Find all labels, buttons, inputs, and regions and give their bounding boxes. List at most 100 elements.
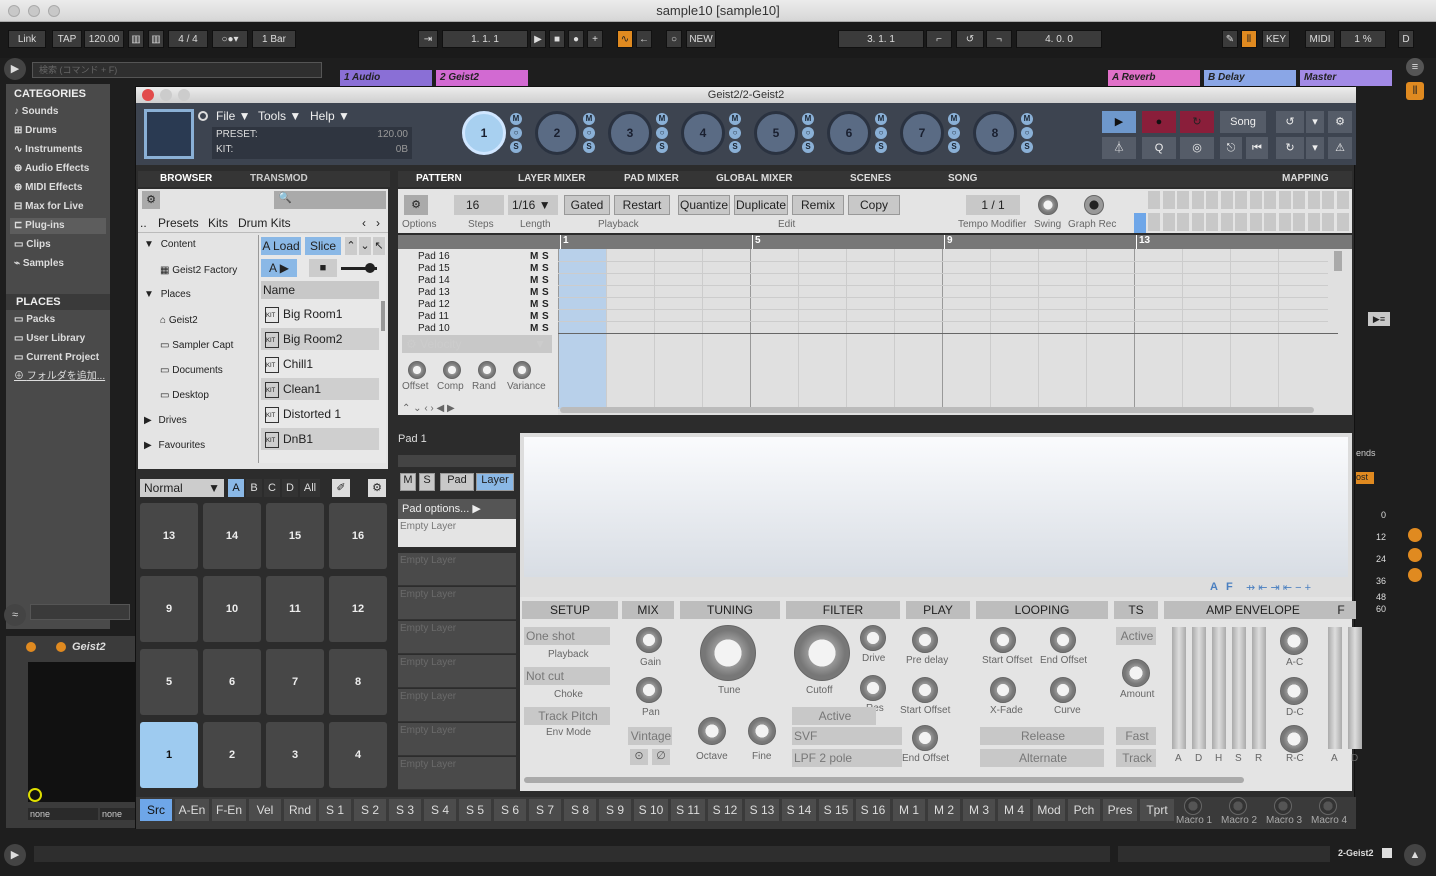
quantize-menu[interactable]: 1 Bar — [252, 30, 296, 48]
mod-tab-s12[interactable]: S 12 — [708, 799, 742, 821]
oneshot-select[interactable]: One shot — [524, 627, 610, 645]
amp-h-slider[interactable] — [1212, 627, 1226, 749]
pattern-options-gear-icon[interactable]: ⚙ — [404, 195, 428, 215]
bank-b-button[interactable]: B — [246, 479, 262, 497]
row-solo-button[interactable]: S — [542, 287, 549, 299]
layer-slot[interactable]: Empty Layer — [398, 587, 516, 620]
notcut-select[interactable]: Not cut — [524, 667, 610, 685]
row-mute-button[interactable]: M — [530, 299, 538, 311]
solo-icon[interactable] — [1408, 528, 1422, 542]
pad-16-button[interactable]: 16 — [329, 503, 387, 569]
tab-pad-mixer[interactable]: PAD MIXER — [624, 171, 679, 187]
mapping-cell[interactable] — [1336, 213, 1349, 231]
rewind-icon[interactable]: ⏮ — [1246, 137, 1268, 159]
waveform-f-button[interactable]: F — [1226, 581, 1233, 593]
layer-7-button[interactable]: 7 — [900, 111, 944, 155]
layer-slot[interactable]: Empty Layer — [398, 689, 516, 722]
mod-tab-s2[interactable]: S 2 — [354, 799, 386, 821]
row-solo-button[interactable]: S — [542, 275, 549, 287]
row-mute-button[interactable]: M — [530, 287, 538, 299]
layer-1-mute-icon[interactable]: M — [510, 113, 522, 125]
mod-tab-s8[interactable]: S 8 — [564, 799, 596, 821]
tab-pattern[interactable]: PATTERN — [416, 171, 462, 187]
pad-10-button[interactable]: 10 — [203, 576, 261, 642]
mapping-cell[interactable] — [1206, 213, 1218, 231]
mapping-cell[interactable] — [1264, 191, 1276, 209]
mod-tab-f-en[interactable]: F-En — [212, 799, 246, 821]
layer-slot[interactable]: Empty Layer — [398, 553, 516, 586]
category-plugins[interactable]: ⊏ Plug-ins — [10, 218, 106, 234]
scroll-up-icon[interactable]: ⌃ — [345, 237, 357, 255]
mod-tab-s3[interactable]: S 3 — [389, 799, 421, 821]
file-item[interactable]: KIT Distorted 1 — [261, 403, 379, 425]
pad-options-button[interactable]: Pad options... ▶ — [398, 499, 516, 519]
mapping-cell[interactable] — [1322, 213, 1334, 231]
layer-3-button[interactable]: 3 — [608, 111, 652, 155]
octave-knob[interactable] — [698, 717, 726, 745]
mod-tab-s14[interactable]: S 14 — [782, 799, 816, 821]
file-item[interactable]: KIT Big Room1 — [261, 303, 379, 325]
song-mode-button[interactable]: Song — [1220, 111, 1266, 133]
pad-2-button[interactable]: 2 — [203, 722, 261, 788]
power-icon[interactable] — [198, 111, 208, 121]
layer-2-solo-icon[interactable]: S — [583, 141, 595, 153]
layer-5-output-icon[interactable]: ○ — [802, 127, 814, 139]
auto-load-button[interactable]: A Load — [261, 237, 301, 255]
mod-tab-tprt[interactable]: Tprt — [1140, 799, 1174, 821]
layer-1-solo-icon[interactable]: S — [510, 141, 522, 153]
tree-favourites[interactable]: ▶ Favourites — [144, 440, 205, 451]
mod-tab-mod[interactable]: Mod — [1033, 799, 1065, 821]
output-routing-select[interactable]: none — [100, 808, 136, 820]
mapping-cell[interactable] — [1220, 191, 1233, 209]
preview-play-button[interactable]: A ▶ — [261, 259, 297, 277]
mod-tab-s1[interactable]: S 1 — [319, 799, 351, 821]
play-pattern-button[interactable]: ▶ — [1102, 111, 1136, 133]
macro-1-knob[interactable] — [1184, 797, 1202, 815]
tree-drives[interactable]: ▶ Drives — [144, 415, 187, 426]
track-pitch-button[interactable]: Track Pitch — [524, 707, 610, 725]
pad-12-button[interactable]: 12 — [329, 576, 387, 642]
mapping-selected-cell[interactable] — [1134, 213, 1146, 233]
res-knob[interactable] — [860, 675, 886, 701]
mapping-cell[interactable] — [1235, 191, 1247, 209]
mapping-cell[interactable] — [1264, 213, 1276, 231]
pad-9-button[interactable]: 9 — [140, 576, 198, 642]
close-window-button[interactable] — [8, 5, 20, 17]
waveform-display[interactable] — [524, 437, 1348, 577]
layer-7-output-icon[interactable]: ○ — [948, 127, 960, 139]
master-track[interactable]: Master — [1300, 70, 1392, 86]
mod-tab-s13[interactable]: S 13 — [745, 799, 779, 821]
amp-rc-knob[interactable] — [1280, 725, 1308, 753]
tempo-field[interactable]: 120.00 — [84, 30, 124, 48]
tempo-modifier-field[interactable]: 1 / 1 — [966, 195, 1020, 215]
curve-knob[interactable] — [1050, 677, 1076, 703]
settings-gear-icon[interactable]: ⚙ — [1328, 111, 1352, 133]
monitor-icon[interactable] — [1408, 568, 1422, 582]
row-mute-button[interactable]: M — [530, 251, 538, 263]
follow-icon[interactable]: ⎋ — [1220, 137, 1242, 159]
row-mute-button[interactable]: M — [530, 311, 538, 323]
category-midi-effects[interactable]: ⊕ MIDI Effects — [14, 180, 82, 196]
pan-knob[interactable] — [636, 677, 662, 703]
filter-type-select[interactable]: SVF — [792, 727, 902, 745]
drive-knob[interactable] — [860, 625, 886, 651]
file-list-scrollbar[interactable] — [381, 301, 385, 331]
layer-slot[interactable]: Empty Layer — [398, 757, 516, 790]
tap-button[interactable]: TAP — [52, 30, 82, 48]
file-item[interactable]: KIT Big Room2 — [261, 328, 379, 350]
layer-5-button[interactable]: 5 — [754, 111, 798, 155]
name-column-header[interactable]: Name — [261, 281, 379, 299]
layer-4-button[interactable]: 4 — [681, 111, 725, 155]
waveform-a-button[interactable]: A — [1210, 581, 1218, 593]
tree-desktop[interactable]: ▭ Desktop — [160, 390, 209, 401]
pad-4-button[interactable]: 4 — [329, 722, 387, 788]
pad-6-button[interactable]: 6 — [203, 649, 261, 715]
place-packs[interactable]: ▭ Packs — [14, 312, 55, 328]
pattern-row-label[interactable]: Pad 14 M S — [418, 275, 558, 287]
file-menu[interactable]: File ▼ — [216, 109, 251, 123]
nudge-up-button[interactable]: ▥ — [148, 30, 164, 48]
plugin-minimize-button[interactable] — [160, 89, 172, 101]
mapping-cell[interactable] — [1220, 213, 1233, 231]
tab-song[interactable]: SONG — [948, 171, 977, 187]
mod-tab-s10[interactable]: S 10 — [634, 799, 668, 821]
